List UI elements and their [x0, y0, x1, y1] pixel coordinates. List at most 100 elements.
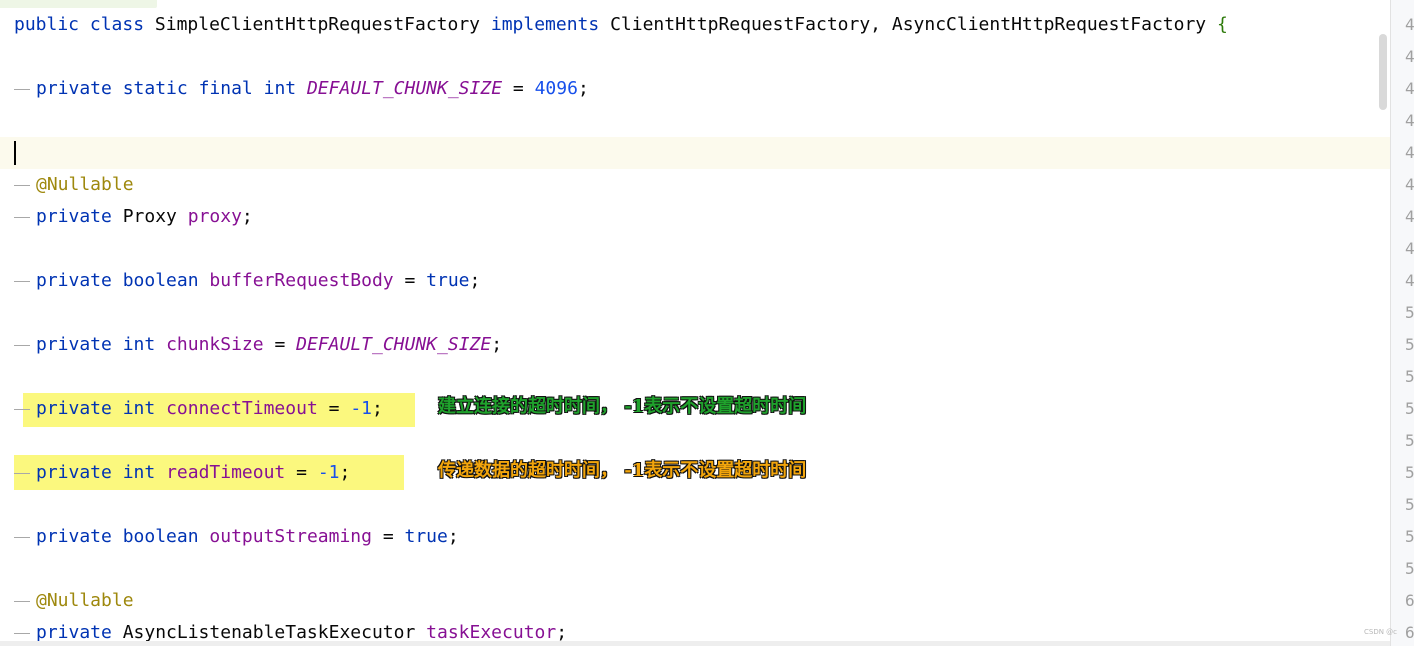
line-number: 6	[1405, 623, 1414, 642]
horizontal-scrollbar[interactable]	[0, 641, 1390, 646]
text-caret	[14, 141, 16, 165]
class-name: SimpleClientHttpRequestFactory	[154, 14, 481, 35]
operator-assign: =	[296, 462, 307, 483]
keyword-int: int	[122, 334, 156, 355]
folded-region-peek	[0, 0, 157, 8]
line-number: 4	[1405, 15, 1414, 34]
indent-guide	[0, 172, 36, 198]
field-name: chunkSize	[166, 334, 264, 355]
code-line-proxy[interactable]: private Proxy proxy;	[0, 204, 253, 230]
keyword-private: private	[36, 78, 112, 99]
keyword-private: private	[36, 462, 112, 483]
semicolon: ;	[447, 526, 459, 547]
line-number: 5	[1405, 303, 1414, 322]
line-number: 4	[1405, 79, 1414, 98]
semicolon: ;	[241, 206, 253, 227]
line-number: 4	[1405, 271, 1414, 290]
type-name: AsyncListenableTaskExecutor	[122, 622, 416, 643]
indent-guide	[0, 204, 36, 230]
line-number: 5	[1405, 463, 1414, 482]
current-line-highlight	[0, 137, 1390, 169]
operator-assign: =	[512, 78, 524, 99]
indent-guide	[0, 588, 36, 614]
keyword-boolean: boolean	[122, 270, 199, 291]
keyword-static: static	[122, 78, 188, 99]
interface-name-1: ClientHttpRequestFactory,	[610, 14, 882, 35]
line-number: 4	[1405, 111, 1414, 130]
line-number: 5	[1405, 527, 1414, 546]
type-name: Proxy	[122, 206, 177, 227]
keyword-int: int	[122, 462, 156, 483]
line-number: 4	[1405, 175, 1414, 194]
indent-guide	[0, 332, 36, 358]
keyword-implements: implements	[490, 14, 600, 35]
line-number: 5	[1405, 559, 1414, 578]
line-number: 4	[1405, 143, 1414, 162]
code-line-buffer-request-body[interactable]: private boolean bufferRequestBody = true…	[0, 268, 480, 294]
code-line-default-chunk-size[interactable]: private static final int DEFAULT_CHUNK_S…	[0, 76, 589, 102]
number-literal: 4096	[534, 78, 578, 99]
operator-assign: =	[328, 398, 340, 419]
line-number-gutter[interactable]: 4 4 4 4 4 4 4 4 4 5 5 5 5 5 5 5 5 5 6 6	[1391, 0, 1414, 646]
code-line-read-timeout[interactable]: private int readTimeout = -1;	[0, 460, 350, 486]
keyword-private: private	[36, 398, 112, 419]
open-brace: {	[1216, 14, 1228, 35]
constant-name: DEFAULT_CHUNK_SIZE	[306, 78, 503, 99]
line-number: 5	[1405, 431, 1414, 450]
keyword-private: private	[36, 334, 112, 355]
semicolon: ;	[469, 270, 481, 291]
interface-name-2: AsyncClientHttpRequestFactory	[891, 14, 1207, 35]
code-line-chunk-size[interactable]: private int chunkSize = DEFAULT_CHUNK_SI…	[0, 332, 502, 358]
indent-guide	[0, 460, 36, 486]
annotation-nullable: @Nullable	[36, 174, 134, 195]
constant-reference: DEFAULT_CHUNK_SIZE	[296, 334, 492, 355]
keyword-public: public	[14, 14, 80, 35]
indent-guide	[0, 524, 36, 550]
field-name: connectTimeout	[166, 398, 318, 419]
keyword-private: private	[36, 526, 112, 547]
annotation-note-connect-timeout: 建立连接的超时时间， -1表示不设置超时时间	[438, 396, 807, 417]
line-number: 6	[1405, 591, 1414, 610]
operator-assign: =	[382, 526, 394, 547]
line-number: 5	[1405, 495, 1414, 514]
number-literal: -1	[350, 398, 372, 419]
semicolon: ;	[491, 334, 503, 355]
vertical-scrollbar-thumb[interactable]	[1379, 34, 1387, 110]
code-editor[interactable]: public class SimpleClientHttpRequestFact…	[0, 0, 1390, 646]
annotation-nullable: @Nullable	[36, 590, 134, 611]
keyword-final: final	[198, 78, 253, 99]
keyword-private: private	[36, 206, 112, 227]
semicolon: ;	[556, 622, 568, 643]
operator-assign: =	[274, 334, 286, 355]
semicolon: ;	[577, 78, 589, 99]
field-name: proxy	[187, 206, 242, 227]
indent-guide	[0, 268, 36, 294]
boolean-literal: true	[426, 270, 470, 291]
line-number: 4	[1405, 239, 1414, 258]
indent-guide	[0, 396, 36, 422]
keyword-private: private	[36, 270, 112, 291]
line-number: 5	[1405, 367, 1414, 386]
watermark: CSDN @c	[1364, 628, 1398, 636]
code-line-connect-timeout[interactable]: private int connectTimeout = -1;	[0, 396, 383, 422]
number-literal: -1	[317, 462, 340, 483]
field-name: outputStreaming	[209, 526, 372, 547]
indent-guide	[0, 76, 36, 102]
code-line-output-streaming[interactable]: private boolean outputStreaming = true;	[0, 524, 459, 550]
line-number: 4	[1405, 47, 1414, 66]
operator-assign: =	[404, 270, 416, 291]
keyword-boolean: boolean	[122, 526, 199, 547]
annotation-note-read-timeout: 传递数据的超时时间， -1表示不设置超时时间	[438, 460, 807, 481]
code-line-class-declaration[interactable]: public class SimpleClientHttpRequestFact…	[14, 12, 1228, 38]
keyword-int: int	[263, 78, 297, 99]
line-number: 5	[1405, 335, 1414, 354]
line-number: 4	[1405, 207, 1414, 226]
keyword-int: int	[122, 398, 156, 419]
code-line-nullable-1[interactable]: @Nullable	[0, 172, 134, 198]
field-name: readTimeout	[166, 462, 286, 483]
code-line-nullable-2[interactable]: @Nullable	[0, 588, 134, 614]
field-name: bufferRequestBody	[209, 270, 394, 291]
semicolon: ;	[339, 462, 351, 483]
semicolon: ;	[372, 398, 383, 419]
keyword-class: class	[89, 14, 145, 35]
